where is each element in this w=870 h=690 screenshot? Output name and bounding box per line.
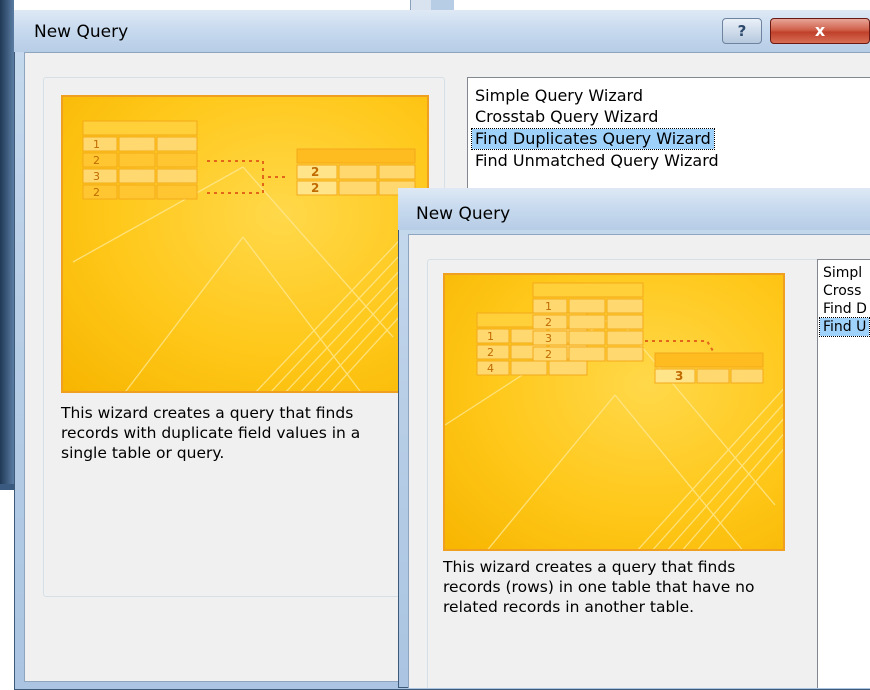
wizard-illustration: 1 2 3 2 2 2 — [61, 95, 429, 393]
wizard-illustration: 1 2 4 1 2 3 2 3 — [443, 273, 785, 551]
wizard-list-item[interactable]: Simple Query Wizard — [472, 86, 646, 106]
background-window-top — [14, 0, 454, 10]
background-scrollbar-fragment — [410, 0, 431, 10]
table-a-number: 1 — [487, 330, 494, 343]
wizard-description: This wizard creates a query that finds r… — [61, 404, 361, 462]
background-window-edge — [0, 0, 14, 490]
dialog-client-area: 1 2 4 1 2 3 2 3 This wizard creates a qu… — [408, 234, 870, 688]
help-button[interactable]: ? — [722, 18, 762, 44]
wizard-list-item[interactable]: Cross — [820, 282, 864, 300]
illustration-graphic: 1 2 4 1 2 3 2 3 — [445, 282, 783, 549]
left-table-number: 1 — [93, 138, 100, 151]
table-a-number: 4 — [487, 362, 494, 375]
dialog-title: New Query — [34, 22, 129, 42]
close-button[interactable]: x — [770, 18, 870, 44]
right-table-number: 2 — [311, 181, 319, 195]
left-table-number: 2 — [93, 154, 100, 167]
table-b-number: 3 — [545, 332, 552, 345]
dialog-title: New Query — [416, 204, 511, 224]
illustration-graphic: 1 2 3 2 2 2 — [72, 120, 427, 391]
left-table — [82, 120, 198, 200]
wizard-list-item[interactable]: Simpl — [820, 264, 865, 282]
right-table-number: 2 — [311, 165, 319, 179]
wizard-description: This wizard creates a query that finds r… — [443, 558, 755, 616]
left-table-number: 2 — [93, 186, 100, 199]
table-b-number: 2 — [545, 316, 552, 329]
wizard-listbox[interactable]: Simpl Cross Find D Find U — [817, 259, 870, 688]
wizard-list-item-selected[interactable]: Find Duplicates Query Wizard — [471, 128, 715, 150]
background-window-bottom — [0, 484, 14, 490]
left-table-number: 3 — [93, 170, 100, 183]
wizard-list-item-selected[interactable]: Find U — [818, 317, 870, 337]
table-a-number: 2 — [487, 346, 494, 359]
result-table-number: 3 — [675, 369, 683, 383]
result-table — [654, 352, 764, 384]
table-b-number: 1 — [545, 300, 552, 313]
wizard-list-item[interactable]: Find Unmatched Query Wizard — [472, 151, 722, 171]
wizard-list-item[interactable]: Crosstab Query Wizard — [472, 107, 661, 127]
title-bar: New Query — [398, 188, 870, 230]
new-query-dialog-front: New Query 1 2 4 1 2 3 2 3 This wizard cr… — [398, 188, 870, 688]
table-b-number: 2 — [545, 348, 552, 361]
wizard-list-item[interactable]: Find D — [820, 300, 870, 318]
